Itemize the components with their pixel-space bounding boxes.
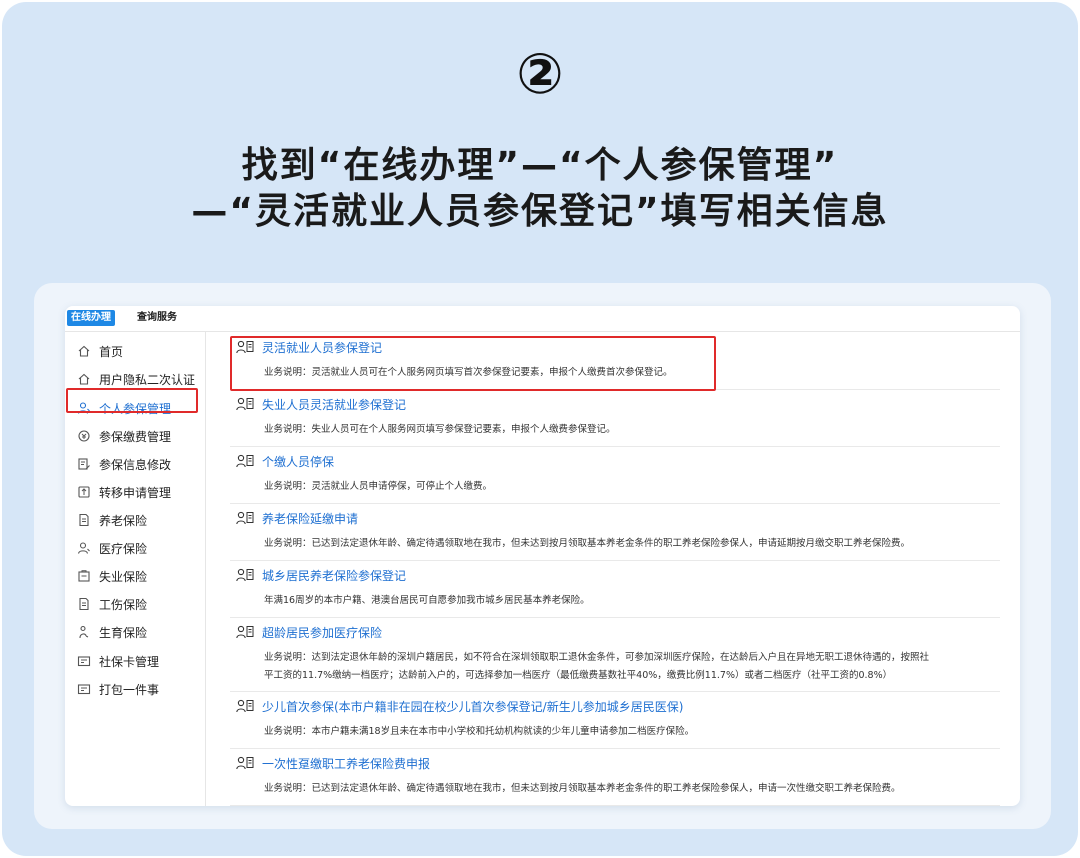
service-title-link[interactable]: 少儿首次参保(本市户籍非在园在校少儿首次参保登记/新生儿参加城乡居民医保) xyxy=(236,697,683,715)
headline-line-1: 找到“在线办理”—“个人参保管理” xyxy=(241,145,839,186)
sidebar-item-9[interactable]: 工伤保险 xyxy=(77,593,199,615)
sidebar-item-label: 社保卡管理 xyxy=(99,654,160,669)
briefcase-icon xyxy=(77,569,91,583)
service-title: 一次性趸缴职工养老保险费申报 xyxy=(262,756,431,771)
sidebar-item-label: 失业保险 xyxy=(99,569,148,584)
sidebar-item-7[interactable]: 医疗保险 xyxy=(77,537,199,559)
service-description: 业务说明：已达到法定退休年龄、确定待遇领取地在我市，但未达到按月领取基本养老金条… xyxy=(264,538,911,549)
sidebar-item-4[interactable]: 参保信息修改 xyxy=(77,453,199,475)
service-item: 少儿首次参保(本市户籍非在园在校少儿首次参保登记/新生儿参加城乡居民医保) 业务说… xyxy=(230,691,1000,749)
service-title-link[interactable]: 一次性趸缴职工养老保险费申报 xyxy=(236,754,430,772)
sidebar-item-11[interactable]: 社保卡管理 xyxy=(77,650,199,672)
service-icon xyxy=(236,699,254,713)
payment-icon xyxy=(77,429,91,443)
service-title-link[interactable]: 城乡居民养老保险参保登记 xyxy=(236,566,406,584)
service-title: 养老保险延缴申请 xyxy=(262,511,359,526)
service-title: 城乡居民养老保险参保登记 xyxy=(262,568,407,583)
edit-icon xyxy=(77,457,91,471)
sidebar-item-label: 用户隐私二次认证 xyxy=(99,372,196,387)
service-item: 城乡居民养老保险参保登记年满16周岁的本市户籍、港澳台居民可自愿参加我市城乡居民… xyxy=(230,560,1000,618)
service-icon xyxy=(236,625,254,639)
sidebar-item-label: 参保信息修改 xyxy=(99,457,172,472)
sidebar-item-12[interactable]: 打包一件事 xyxy=(77,678,199,700)
service-title: 少儿首次参保(本市户籍非在园在校少儿首次参保登记/新生儿参加城乡居民医保) xyxy=(262,699,684,714)
sidebar-item-label: 首页 xyxy=(99,344,124,359)
service-icon xyxy=(236,756,254,770)
card-icon xyxy=(77,654,91,668)
service-item: 养老保险延缴申请业务说明：已达到法定退休年龄、确定待遇领取地在我市，但未达到按月… xyxy=(230,503,1000,561)
service-title: 超龄居民参加医疗保险 xyxy=(262,625,383,640)
headline-line-2: —“灵活就业人员参保登记”填写相关信息 xyxy=(191,191,889,232)
highlight-box-sidebar xyxy=(66,388,198,413)
service-title: 失业人员灵活就业参保登记 xyxy=(262,397,407,412)
sidebar-item-label: 工伤保险 xyxy=(99,597,148,612)
baby-icon xyxy=(77,625,91,639)
tab-bar: 在线办理 查询服务 xyxy=(65,306,1020,332)
highlight-box-service xyxy=(230,336,716,391)
sidebar-item-10[interactable]: 生育保险 xyxy=(77,621,199,643)
service-title-link[interactable]: 超龄居民参加医疗保险 xyxy=(236,623,382,641)
service-icon xyxy=(236,568,254,582)
service-item: 个缴人员停保业务说明：灵活就业人员申请停保，可停止个人缴费。 xyxy=(230,446,1000,504)
sidebar-item-0[interactable]: 首页 xyxy=(77,340,199,362)
service-description: 业务说明：已达到法定退休年龄、确定待遇领取地在我市，但未达到按月领取基本养老金条… xyxy=(264,783,901,794)
service-item: 失业人员灵活就业参保登记业务说明：失业人员可在个人服务网页填写参保登记要素，申报… xyxy=(230,389,1000,447)
service-description: 业务说明：达到法定退休年龄的深圳户籍居民，如不符合在深圳领取职工退休金条件，可参… xyxy=(264,652,930,663)
person-icon xyxy=(77,541,91,555)
service-title: 个缴人员停保 xyxy=(262,454,335,469)
service-item: 一次性趸缴职工养老保险费申报业务说明：已达到法定退休年龄、确定待遇领取地在我市，… xyxy=(230,748,1000,806)
tab-online-service[interactable]: 在线办理 xyxy=(67,310,115,326)
card-icon xyxy=(77,682,91,696)
service-icon xyxy=(236,397,254,411)
sidebar-item-1[interactable]: 用户隐私二次认证 xyxy=(77,368,199,390)
service-title-link[interactable]: 个缴人员停保 xyxy=(236,452,334,470)
service-title-link[interactable]: 养老保险延缴申请 xyxy=(236,509,358,527)
sidebar-item-8[interactable]: 失业保险 xyxy=(77,565,199,587)
sidebar-item-label: 参保缴费管理 xyxy=(99,429,172,444)
service-item: 超龄居民参加医疗保险业务说明：达到法定退休年龄的深圳户籍居民，如不符合在深圳领取… xyxy=(230,617,1000,692)
document-icon xyxy=(77,597,91,611)
service-description: 业务说明：灵活就业人员申请停保，可停止个人缴费。 xyxy=(264,481,493,492)
portal-screenshot: 在线办理 查询服务 首页 用户隐私二次认证 个人参保管理 参保缴费管理 参保信息修改 转移… xyxy=(65,306,1020,806)
sidebar-item-label: 打包一件事 xyxy=(99,682,160,697)
home-icon xyxy=(77,372,91,386)
sidebar-item-5[interactable]: 转移申请管理 xyxy=(77,481,199,503)
home-icon xyxy=(77,344,91,358)
document-icon xyxy=(77,513,91,527)
tab-query-service[interactable]: 查询服务 xyxy=(137,310,177,326)
service-icon xyxy=(236,454,254,468)
sidebar-item-label: 养老保险 xyxy=(99,513,148,528)
service-description: 业务说明：失业人员可在个人服务网页填写参保登记要素，申报个人缴费参保登记。 xyxy=(264,424,616,435)
service-icon xyxy=(236,511,254,525)
service-description: 业务说明：本市户籍未满18岁且未在本市中小学校和托幼机构就读的少年儿童申请参加二… xyxy=(264,726,695,737)
service-description: 平工资的11.7%缴纳一档医疗；达龄前入户的，可选择参加一档医疗（最低缴费基数社… xyxy=(264,670,893,681)
sidebar-item-label: 医疗保险 xyxy=(99,541,148,556)
service-title-link[interactable]: 失业人员灵活就业参保登记 xyxy=(236,395,406,413)
sidebar-item-label: 生育保险 xyxy=(99,625,148,640)
sidebar-item-3[interactable]: 参保缴费管理 xyxy=(77,425,199,447)
step-number: ② xyxy=(516,42,564,107)
sidebar-item-label: 转移申请管理 xyxy=(99,485,172,500)
sidebar-item-6[interactable]: 养老保险 xyxy=(77,509,199,531)
transfer-icon xyxy=(77,485,91,499)
service-description: 年满16周岁的本市户籍、港澳台居民可自愿参加我市城乡居民基本养老保险。 xyxy=(264,595,590,606)
